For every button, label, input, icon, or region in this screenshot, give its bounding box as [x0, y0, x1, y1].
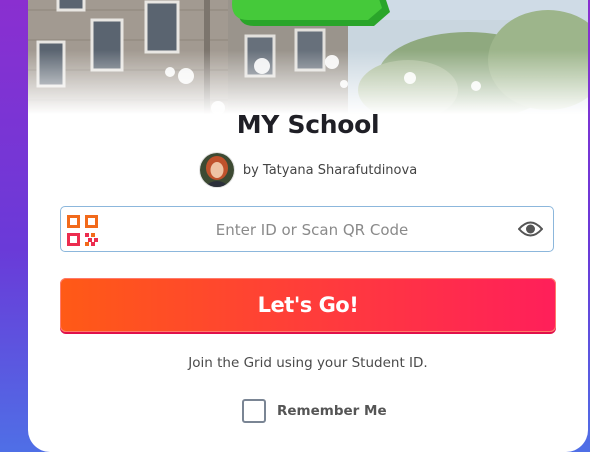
student-id-field[interactable]	[60, 206, 554, 253]
cover-image	[28, 0, 588, 120]
lets-go-button[interactable]: Let's Go!	[60, 278, 556, 332]
author-row: by Tatyana Sharafutdinova	[28, 152, 588, 188]
join-hint: Join the Grid using your Student ID.	[188, 355, 428, 371]
remember-me-row[interactable]: Remember Me	[242, 399, 387, 423]
student-id-input[interactable]	[105, 207, 519, 253]
flipgrid-logo	[232, 0, 390, 26]
join-card: MY School by Tatyana Sharafutdinova Ente…	[28, 0, 588, 452]
page-title: MY School	[236, 110, 380, 139]
remember-me-checkbox[interactable]	[242, 399, 266, 423]
avatar	[198, 152, 235, 188]
author-name: by Tatyana Sharafutdinova	[242, 162, 418, 178]
remember-me-label[interactable]: Remember Me	[277, 403, 387, 419]
qr-code-icon[interactable]	[67, 215, 98, 246]
eye-icon[interactable]	[517, 220, 544, 238]
